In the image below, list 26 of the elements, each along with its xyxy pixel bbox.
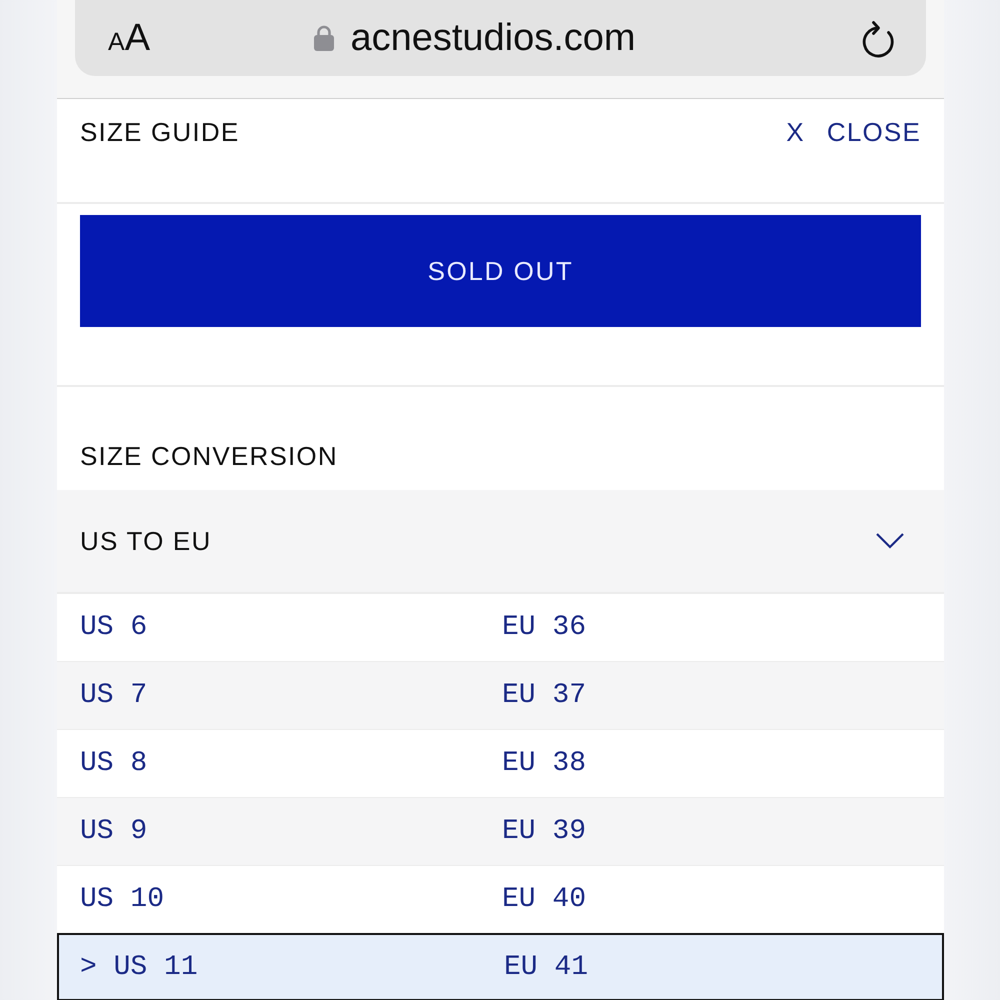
chevron-down-icon — [876, 533, 904, 549]
us-size-cell: US 7 — [80, 680, 148, 711]
close-button[interactable]: X CLOSE — [786, 118, 921, 146]
eu-size-cell: EU 39 — [502, 816, 586, 847]
address-bar[interactable]: AA acnestudios.com — [75, 0, 926, 76]
conversion-dropdown[interactable]: US TO EU — [57, 490, 944, 593]
eu-size-cell: EU 41 — [504, 952, 588, 982]
size-guide-title: SIZE GUIDE — [80, 118, 240, 146]
eu-size-cell: EU 40 — [502, 884, 586, 915]
us-size-cell: US 9 — [80, 816, 148, 847]
pointer-marker: > — [80, 952, 97, 982]
size-row[interactable]: US 7 EU 37 — [57, 661, 944, 729]
size-row[interactable]: US 9 EU 39 — [57, 797, 944, 865]
lock-icon — [314, 25, 334, 51]
text-size-button[interactable]: AA — [108, 19, 150, 57]
eu-size-cell: EU 37 — [502, 680, 586, 711]
us-size-cell: US 8 — [80, 748, 148, 779]
reload-icon[interactable] — [860, 18, 896, 58]
size-row[interactable]: > US 11 EU 41 — [57, 933, 944, 1000]
url-text[interactable]: acnestudios.com — [350, 19, 636, 57]
us-size-cell: US 6 — [80, 612, 148, 643]
size-conversion-title: SIZE CONVERSION — [80, 441, 338, 471]
eu-size-cell: EU 38 — [502, 748, 586, 779]
us-size-cell: US 10 — [80, 884, 164, 915]
eu-size-cell: EU 36 — [502, 612, 586, 643]
us-size-cell: US 11 — [114, 952, 198, 982]
